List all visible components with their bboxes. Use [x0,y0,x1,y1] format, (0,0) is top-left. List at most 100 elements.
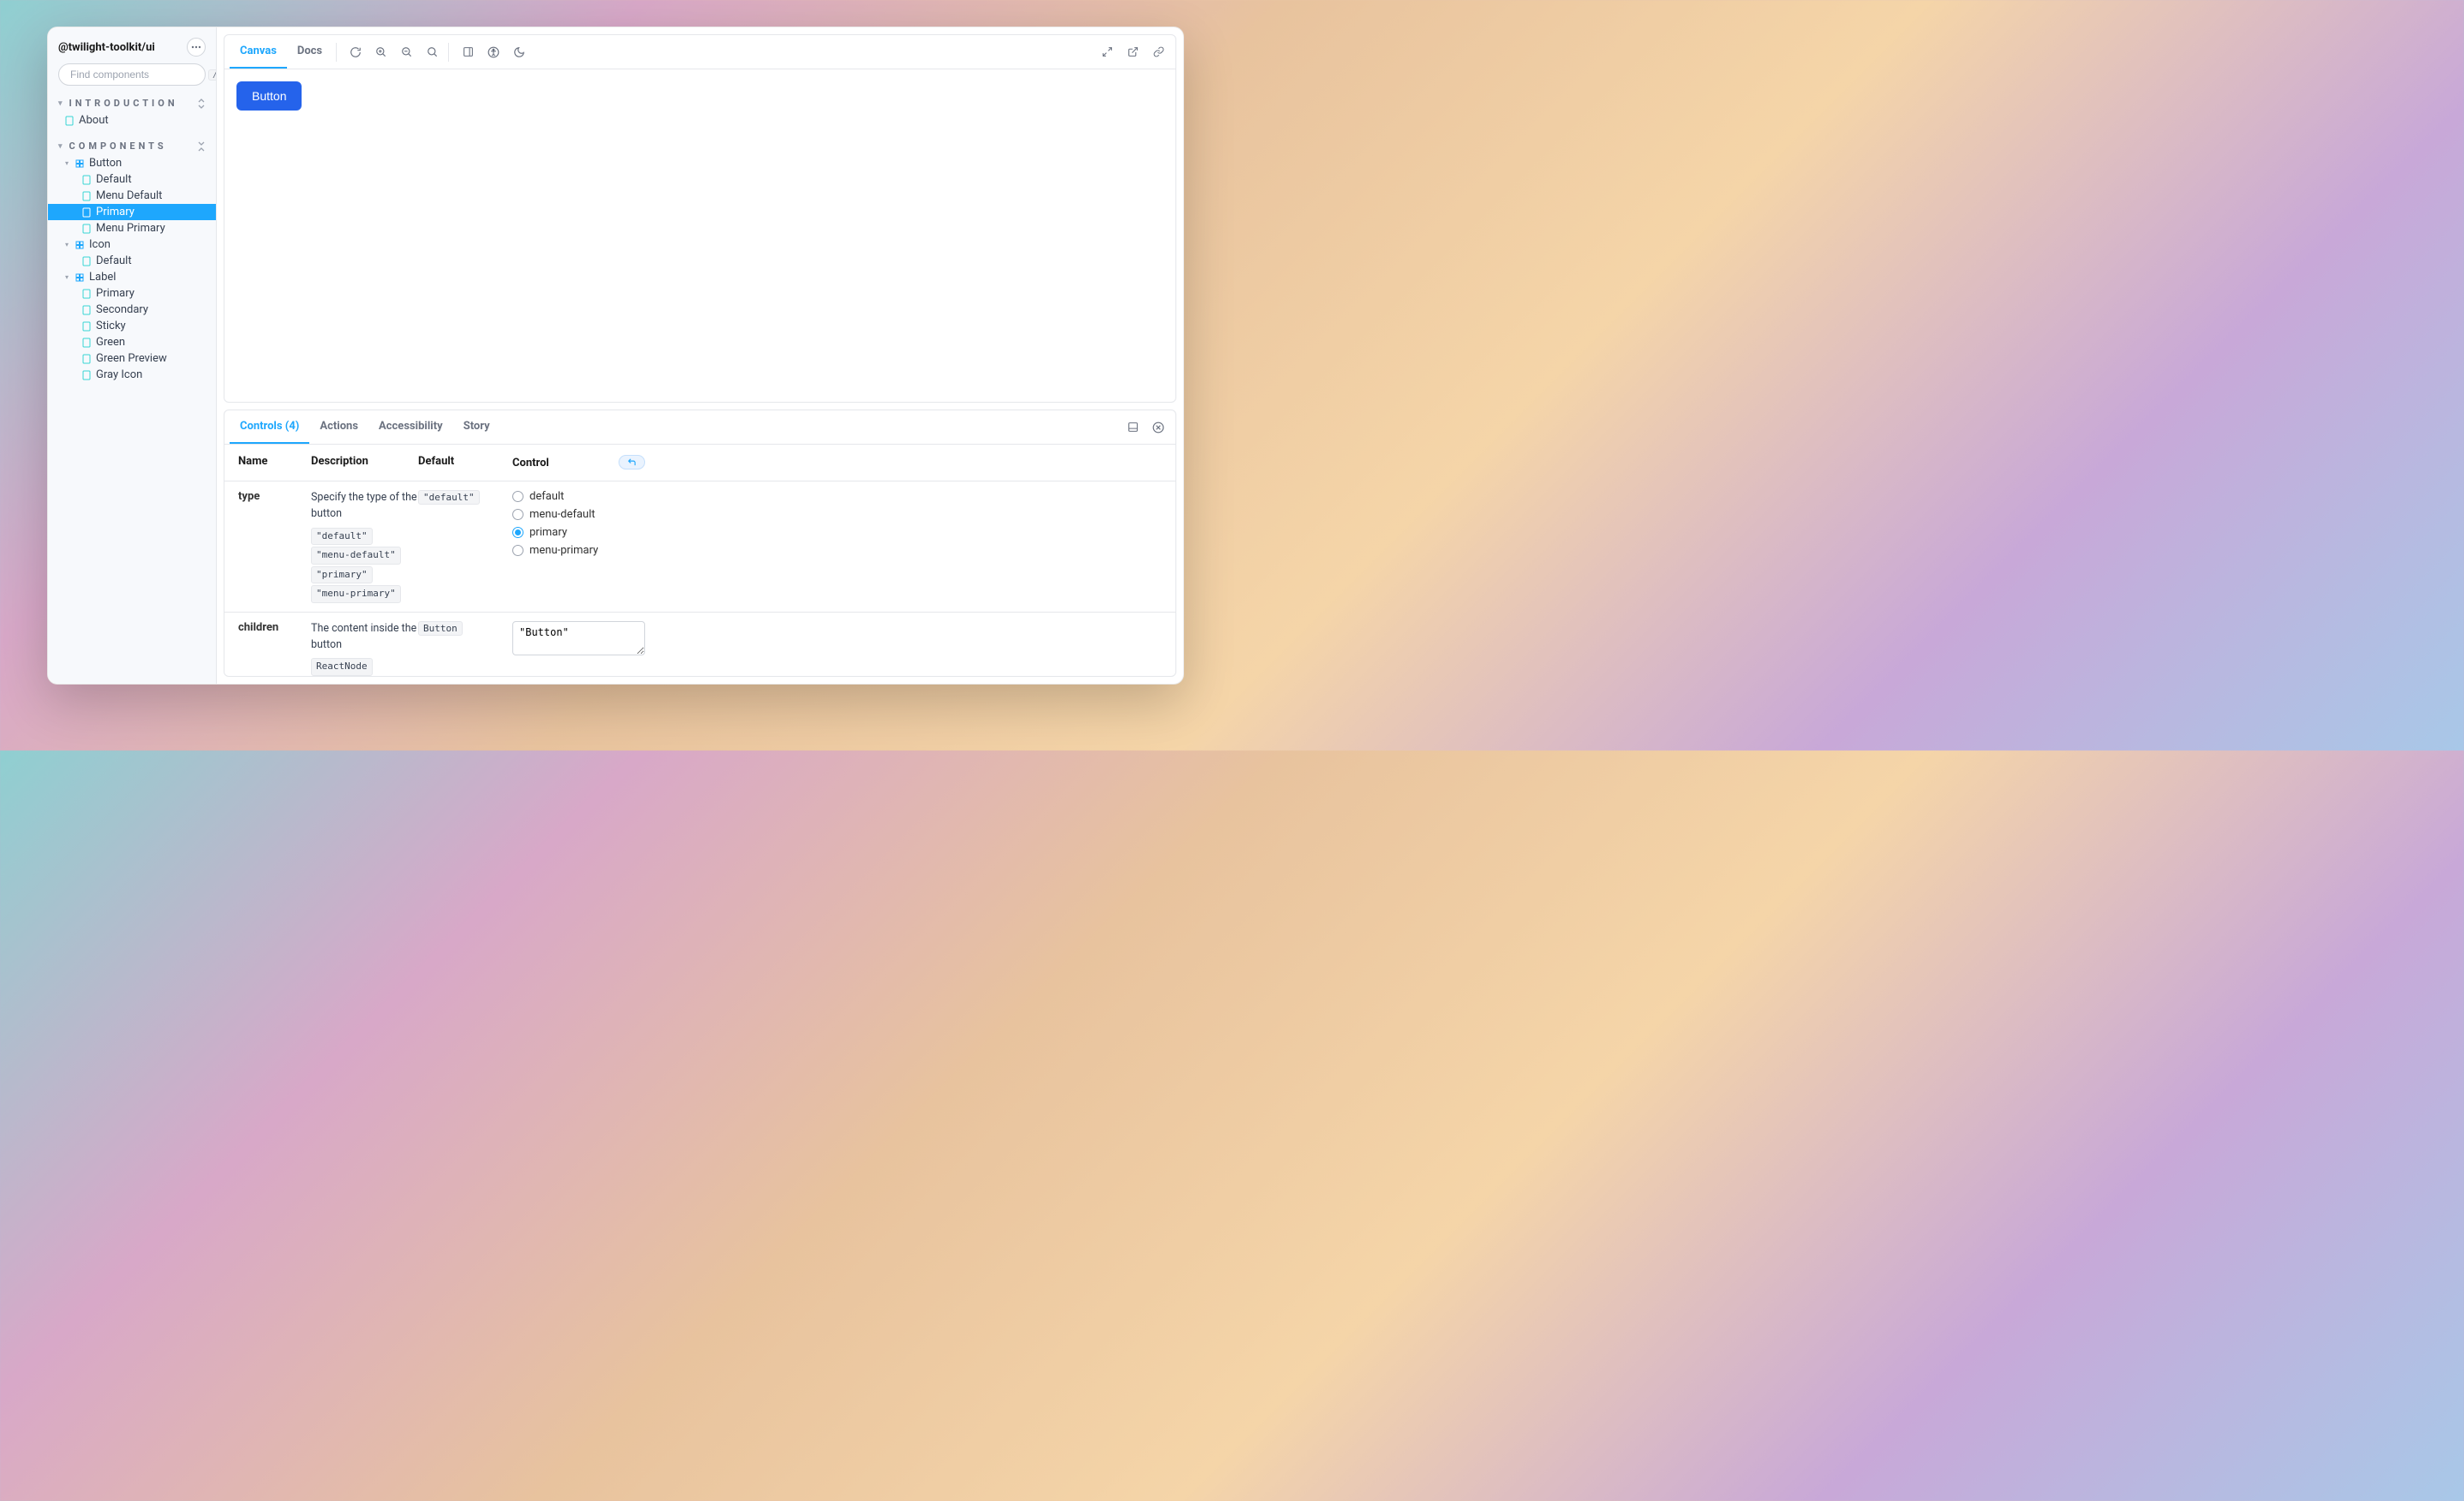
prop-control: default menu-default primary menu-primary [512,490,645,557]
section-introduction[interactable]: ▾Introduction [48,94,216,112]
radio-option-primary[interactable]: primary [512,526,645,539]
story-icon [82,354,91,364]
prop-description: The content inside the buttonReactNode [311,621,418,676]
addon-tab-story[interactable]: Story [453,410,500,444]
chevron-down-icon: ▾ [58,99,66,108]
story-icon [82,321,91,332]
story-icon [82,175,91,185]
zoom-reset-button[interactable] [421,40,445,64]
prop-name: children [238,621,311,634]
fullscreen-icon [1102,46,1113,57]
app-window: @twilight-toolkit/ui / ▾Introduction [47,27,1184,685]
prop-default: "default" [418,490,512,505]
tab-canvas[interactable]: Canvas [230,35,287,69]
sidebar-story-default[interactable]: Default [48,171,216,188]
search-input-wrapper[interactable]: / [58,63,206,86]
zoom-out-icon [401,46,413,58]
component-icon [75,241,84,249]
col-name: Name [238,455,311,468]
control-row-type: typeSpecify the type of the button"defau… [224,481,1175,613]
story-icon [82,289,91,299]
component-icon [75,159,84,168]
doc-icon [65,116,74,126]
sidebar-folder-label[interactable]: ▾Label [48,269,216,285]
section-components[interactable]: ▾Components [48,137,216,155]
zoom-in-button[interactable] [369,40,393,64]
col-default: Default [418,455,512,468]
external-link-icon [1127,46,1139,57]
canvas-body: Button [224,69,1175,402]
prop-name: type [238,490,311,503]
sidebar-menu-button[interactable] [187,38,206,57]
radio-icon [512,509,523,520]
copy-link-button[interactable] [1146,40,1170,64]
story-icon [82,191,91,201]
refresh-button[interactable] [344,40,368,64]
sidebar-doc-about[interactable]: About [48,112,216,129]
search-shortcut: / [208,69,217,81]
reset-controls-button[interactable] [619,455,645,469]
close-icon [1152,422,1164,434]
radio-option-menu-primary[interactable]: menu-primary [512,544,645,557]
sidebar-story-default[interactable]: Default [48,253,216,269]
zoom-reset-icon [427,46,439,58]
prop-default: Button [418,621,512,636]
ellipsis-icon [191,45,201,49]
story-icon [82,224,91,234]
control-row-children: childrenThe content inside the buttonRea… [224,613,1175,676]
link-icon [1153,46,1164,57]
addons-toolbar: Controls (4) Actions Accessibility Story [224,410,1175,445]
sidebar-story-green-preview[interactable]: Green Preview [48,350,216,367]
radio-option-default[interactable]: default [512,490,645,503]
fullscreen-button[interactable] [1095,40,1119,64]
radio-option-menu-default[interactable]: menu-default [512,508,645,521]
sidebar-folder-button[interactable]: ▾Button [48,155,216,171]
theme-button[interactable] [507,40,531,64]
sidebar-folder-icon[interactable]: ▾Icon [48,236,216,253]
addon-tab-accessibility[interactable]: Accessibility [368,410,453,444]
component-icon [75,273,84,282]
viewport-icon [463,46,474,57]
story-icon [82,305,91,315]
canvas-pane: Canvas Docs [224,34,1176,403]
chevron-down-icon: ▾ [65,241,70,248]
collapse-icon[interactable] [197,141,206,152]
tab-docs[interactable]: Docs [287,35,332,69]
col-control: Control [512,457,549,469]
addon-close-button[interactable] [1146,416,1170,440]
prop-description: Specify the type of the button"default" … [311,490,418,603]
sidebar-story-primary[interactable]: Primary [48,204,216,220]
viewport-button[interactable] [456,40,480,64]
accessibility-button[interactable] [481,40,505,64]
radio-icon [512,491,523,502]
undo-icon [626,457,637,467]
refresh-icon [350,46,362,58]
sidebar-story-sticky[interactable]: Sticky [48,318,216,334]
search-input[interactable] [70,69,203,81]
zoom-out-button[interactable] [395,40,419,64]
sidebar-story-green[interactable]: Green [48,334,216,350]
preview-button-component[interactable]: Button [236,81,302,111]
sidebar-story-primary[interactable]: Primary [48,285,216,302]
sidebar-story-gray-icon[interactable]: Gray Icon [48,367,216,383]
sidebar-story-menu-primary[interactable]: Menu Primary [48,220,216,236]
expand-collapse-icon[interactable] [197,99,206,109]
main-area: Canvas Docs [217,27,1183,684]
sidebar-title: @twilight-toolkit/ui [58,41,155,54]
radio-icon [512,545,523,556]
controls-table: Name Description Default Control typeSpe… [224,445,1175,676]
control-textarea[interactable]: "Button" [512,621,645,655]
chevron-down-icon: ▾ [58,142,66,151]
addon-tab-controls[interactable]: Controls (4) [230,410,309,444]
col-description: Description [311,455,418,468]
canvas-toolbar: Canvas Docs [224,35,1175,69]
story-icon [82,256,91,266]
sidebar-story-menu-default[interactable]: Menu Default [48,188,216,204]
sidebar-story-secondary[interactable]: Secondary [48,302,216,318]
accessibility-icon [487,46,499,58]
controls-header-row: Name Description Default Control [224,445,1175,481]
addon-tab-actions[interactable]: Actions [309,410,368,444]
open-isolated-button[interactable] [1121,40,1145,64]
panel-bottom-icon [1127,422,1139,433]
addon-orientation-button[interactable] [1121,416,1145,440]
